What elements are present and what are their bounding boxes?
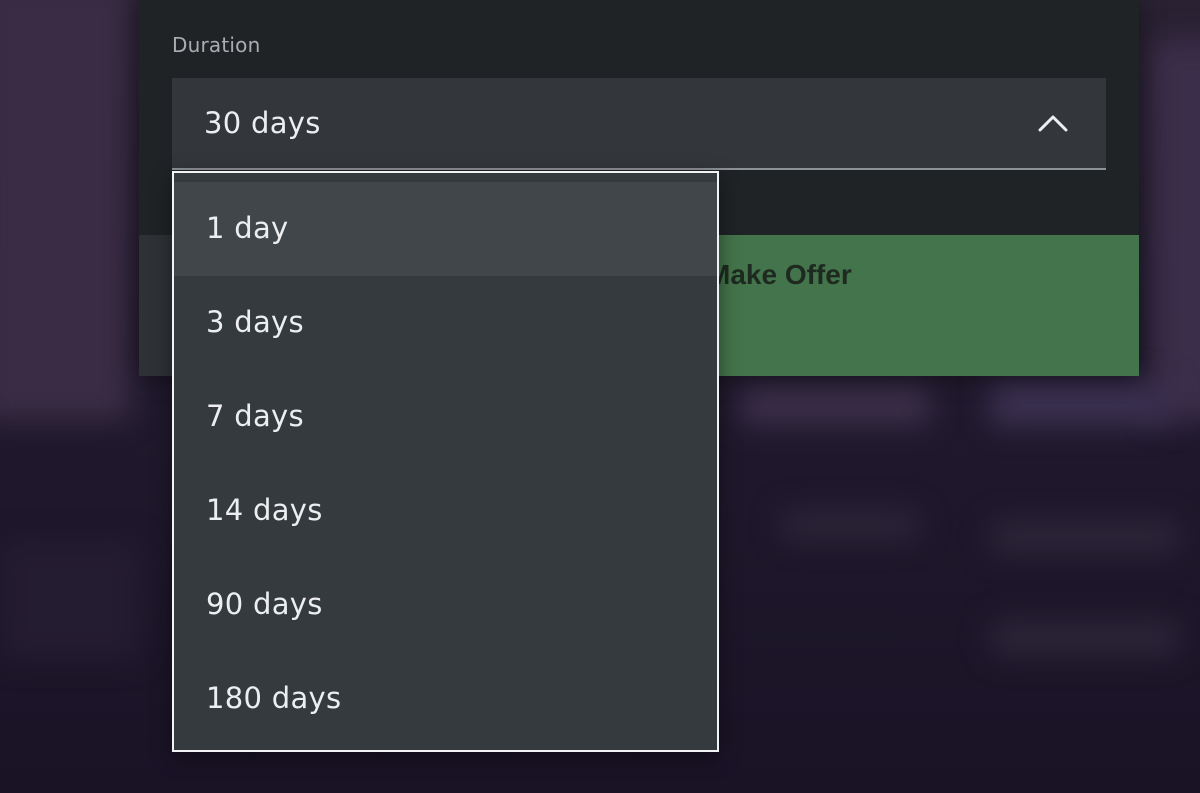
duration-options-list: 1 day 3 days 7 days 14 days 90 days 180 … (174, 182, 717, 746)
duration-option-3-days[interactable]: 3 days (174, 276, 717, 370)
background-blur-shape (990, 380, 1170, 426)
option-label: 3 days (206, 305, 304, 339)
duration-dropdown-menu: 1 day 3 days 7 days 14 days 90 days 180 … (172, 171, 719, 752)
duration-option-90-days[interactable]: 90 days (174, 558, 717, 652)
background-blur-shape (0, 0, 130, 420)
option-label: 1 day (206, 211, 289, 245)
option-label: 180 days (206, 681, 342, 715)
duration-selected-value: 30 days (204, 106, 321, 140)
option-label: 90 days (206, 587, 323, 621)
background-blur-shape (990, 620, 1180, 656)
make-offer-button[interactable]: Make Offer (659, 235, 1139, 376)
duration-option-7-days[interactable]: 7 days (174, 370, 717, 464)
duration-option-14-days[interactable]: 14 days (174, 464, 717, 558)
duration-label: Duration (172, 33, 261, 57)
make-offer-button-label: Make Offer (707, 259, 852, 290)
chevron-up-icon (1038, 115, 1068, 132)
background-blur-shape (1150, 40, 1200, 420)
background-blur-shape (740, 385, 930, 425)
duration-option-180-days[interactable]: 180 days (174, 652, 717, 746)
background-blur-shape (780, 510, 920, 540)
background-blur-shape (990, 520, 1180, 554)
duration-select[interactable]: 30 days (172, 78, 1106, 170)
option-label: 7 days (206, 399, 304, 433)
option-label: 14 days (206, 493, 323, 527)
duration-option-1-day[interactable]: 1 day (174, 182, 717, 276)
background-blur-shape (0, 540, 140, 660)
